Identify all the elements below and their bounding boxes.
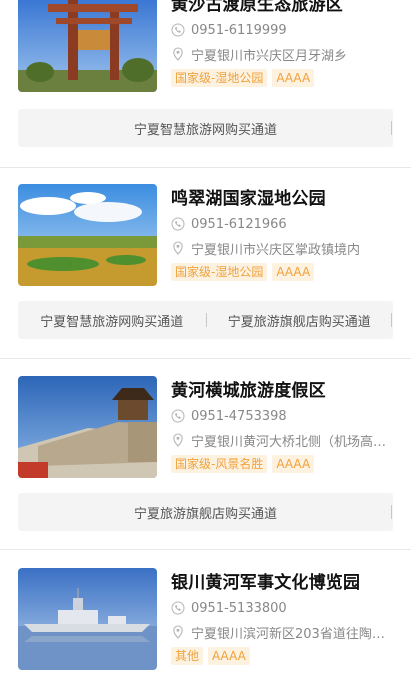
phone-row[interactable]: 0951-6119999 [171, 21, 401, 39]
scenic-thumbnail[interactable] [18, 184, 157, 286]
phone-icon [171, 601, 185, 615]
rating-tag: AAAA [208, 647, 250, 665]
wetland-image [18, 184, 157, 286]
channel-flagship-store[interactable]: 宁夏旅游旗舰店购买通道 [205, 311, 394, 330]
scenic-name[interactable]: 鸣翠湖国家湿地公园 [171, 184, 401, 209]
location-pin-icon [173, 241, 183, 255]
phone-icon [171, 409, 185, 423]
channel-flagship-store[interactable]: 宁夏旅游旗舰店购买通道 [18, 503, 393, 522]
address-row: 宁夏银川黄河大桥北侧（机场高… [171, 431, 401, 449]
address-row: 宁夏银川滨河新区203省道往陶… [171, 623, 401, 641]
phone-icon [171, 217, 185, 231]
scenic-thumbnail[interactable] [18, 376, 157, 478]
phone-number: 0951-6119999 [191, 22, 287, 38]
address-text: 宁夏银川黄河大桥北侧（机场高… [191, 434, 387, 450]
rating-tag: AAAA [272, 263, 315, 281]
scenic-name[interactable]: 黄沙古渡原生态旅游区 [171, 0, 401, 15]
channel-smart-tourism[interactable]: 宁夏智慧旅游网购买通道 [18, 311, 206, 330]
scenic-info: 银川黄河军事文化博览园 0951-5133800 宁夏银川滨河新区203省道往陶… [171, 568, 401, 665]
address-text: 宁夏银川市兴庆区月牙湖乡 [191, 48, 348, 64]
location-pin-icon [173, 433, 183, 447]
tag-list: 国家级-湿地公园 AAAA [171, 69, 401, 87]
city-wall-image [18, 376, 157, 478]
scenic-list: 黄沙古渡原生态旅游区 0951-6119999 宁夏银川市兴庆区月牙湖乡 国家级… [0, 0, 411, 678]
scenic-info: 黄河横城旅游度假区 0951-4753398 宁夏银川黄河大桥北侧（机场高… 国… [171, 376, 401, 473]
scenic-card[interactable]: 银川黄河军事文化博览园 0951-5133800 宁夏银川滨河新区203省道往陶… [0, 550, 411, 678]
level-tag: 国家级-湿地公园 [171, 69, 268, 87]
scenic-name[interactable]: 黄河横城旅游度假区 [171, 376, 401, 401]
park-gate-image [18, 0, 157, 92]
phone-row[interactable]: 0951-6121966 [171, 215, 401, 233]
scenic-name[interactable]: 银川黄河军事文化博览园 [171, 568, 401, 593]
tag-list: 国家级-风景名胜 AAAA [171, 455, 401, 473]
level-tag: 国家级-湿地公园 [171, 263, 268, 281]
scenic-info: 黄沙古渡原生态旅游区 0951-6119999 宁夏银川市兴庆区月牙湖乡 国家级… [171, 0, 401, 87]
location-pin-icon [173, 625, 183, 639]
scenic-card[interactable]: 黄沙古渡原生态旅游区 0951-6119999 宁夏银川市兴庆区月牙湖乡 国家级… [0, 0, 411, 167]
phone-number: 0951-4753398 [191, 408, 287, 424]
address-text: 宁夏银川市兴庆区掌政镇境内 [191, 242, 361, 258]
scenic-info: 鸣翠湖国家湿地公园 0951-6121966 宁夏银川市兴庆区掌政镇境内 国家级… [171, 184, 401, 281]
channel-smart-tourism[interactable]: 宁夏智慧旅游网购买通道 [18, 119, 393, 138]
scenic-thumbnail[interactable] [18, 0, 157, 92]
level-tag: 国家级-风景名胜 [171, 455, 268, 473]
rating-tag: AAAA [272, 455, 315, 473]
address-text: 宁夏银川滨河新区203省道往陶… [191, 626, 385, 642]
level-tag: 其他 [171, 647, 204, 665]
location-pin-icon [173, 47, 183, 61]
phone-icon [171, 23, 185, 37]
purchase-channels: 宁夏智慧旅游网购买通道 [18, 109, 393, 147]
warship-image [18, 568, 157, 670]
phone-row[interactable]: 0951-5133800 [171, 599, 401, 617]
scenic-thumbnail[interactable] [18, 568, 157, 670]
phone-number: 0951-5133800 [191, 600, 287, 616]
rating-tag: AAAA [272, 69, 315, 87]
purchase-channels: 宁夏旅游旗舰店购买通道 [18, 493, 393, 531]
scenic-card[interactable]: 黄河横城旅游度假区 0951-4753398 宁夏银川黄河大桥北侧（机场高… 国… [0, 359, 411, 549]
scenic-card[interactable]: 鸣翠湖国家湿地公园 0951-6121966 宁夏银川市兴庆区掌政镇境内 国家级… [0, 168, 411, 358]
address-row: 宁夏银川市兴庆区掌政镇境内 [171, 239, 401, 257]
address-row: 宁夏银川市兴庆区月牙湖乡 [171, 45, 401, 63]
tag-list: 其他 AAAA [171, 647, 401, 665]
tag-list: 国家级-湿地公园 AAAA [171, 263, 401, 281]
phone-number: 0951-6121966 [191, 216, 287, 232]
phone-row[interactable]: 0951-4753398 [171, 407, 401, 425]
purchase-channels: 宁夏智慧旅游网购买通道 宁夏旅游旗舰店购买通道 [18, 301, 393, 339]
